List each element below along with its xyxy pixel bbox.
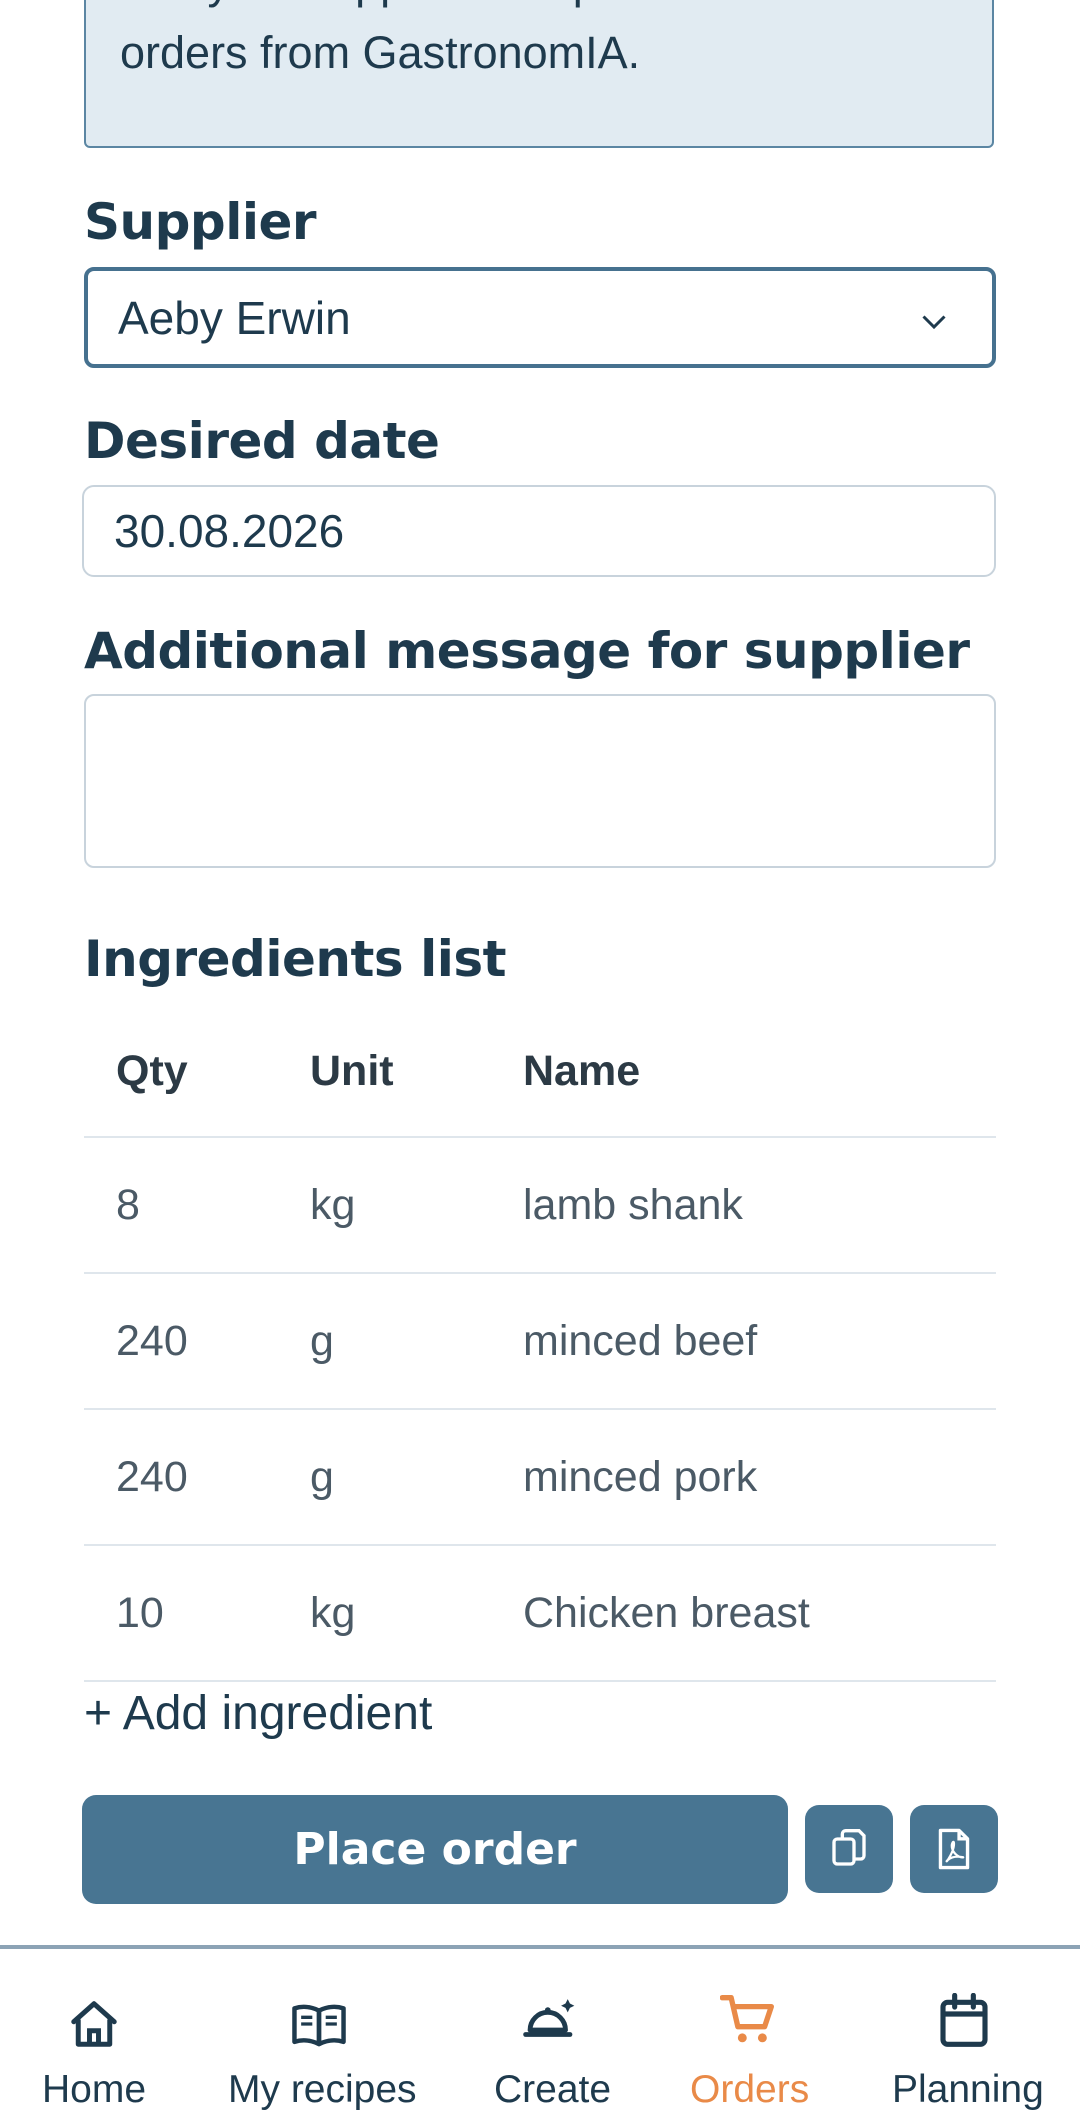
row-qty: 10 — [116, 1588, 164, 1637]
nav-item-my-recipes[interactable]: My recipes — [226, 1949, 417, 2115]
row-unit: kg — [310, 1180, 356, 1229]
nav-label-my-recipes: My recipes — [228, 2068, 417, 2111]
nav-label-create: Create — [494, 2068, 612, 2111]
chevron-down-icon — [922, 315, 946, 330]
home-icon — [71, 2001, 117, 2047]
message-label: Additional message for supplier — [84, 622, 970, 680]
row-name: minced beef — [523, 1316, 758, 1365]
nav-item-create[interactable]: Create — [490, 1949, 612, 2115]
book-icon — [292, 2004, 346, 2047]
row-qty: 240 — [116, 1452, 188, 1501]
message-textarea[interactable] — [84, 694, 996, 868]
supplier-select-value: Aeby Erwin — [118, 291, 351, 344]
info-box: that your supplier accepts email orders … — [84, 0, 994, 148]
copy-icon — [832, 1829, 866, 1866]
ingredients-title: Ingredients list — [84, 930, 507, 988]
pdf-button[interactable] — [910, 1805, 998, 1893]
place-order-button[interactable]: Place order — [82, 1795, 788, 1904]
supplier-label: Supplier — [84, 193, 317, 251]
table-row[interactable]: 240 g minced beef — [84, 1274, 996, 1410]
column-header-qty: Qty — [116, 1046, 188, 1095]
desired-date-label: Desired date — [84, 412, 440, 470]
table-row[interactable]: 10 kg Chicken breast — [84, 1546, 996, 1682]
ingredients-table: Qty Unit Name 8 kg lamb shank 240 g minc… — [84, 1006, 996, 1682]
row-unit: g — [310, 1452, 334, 1501]
nav-item-home[interactable]: Home — [34, 1949, 154, 2115]
nav-label-planning: Planning — [892, 2068, 1044, 2111]
nav-label-orders: Orders — [690, 2068, 810, 2111]
info-text-line1: that your supplier accepts email — [120, 0, 753, 16]
cloche-icon — [523, 1999, 575, 2037]
pdf-icon — [938, 1828, 970, 1870]
desired-date-input[interactable]: 30.08.2026 — [82, 485, 996, 577]
bottom-nav: Home My recipes Create Orders Planning — [0, 1945, 1080, 2111]
table-row[interactable]: 240 g minced pork — [84, 1410, 996, 1546]
calendar-icon — [940, 1993, 988, 2047]
row-qty: 8 — [116, 1180, 140, 1229]
table-row[interactable]: 8 kg lamb shank — [84, 1138, 996, 1274]
nav-item-planning[interactable]: Planning — [890, 1949, 1044, 2115]
info-text-line2: orders from GastronomIA. — [120, 27, 641, 78]
supplier-select[interactable]: Aeby Erwin — [84, 267, 996, 368]
row-name: Chicken breast — [523, 1588, 810, 1637]
nav-label-home: Home — [42, 2068, 147, 2111]
nav-item-orders[interactable]: Orders — [688, 1949, 810, 2115]
cart-icon — [720, 1995, 774, 2043]
add-ingredient-link[interactable]: + Add ingredient — [84, 1686, 432, 1741]
row-unit: kg — [310, 1588, 356, 1637]
row-name: lamb shank — [523, 1180, 743, 1229]
row-name: minced pork — [523, 1452, 758, 1501]
table-header-row: Qty Unit Name — [84, 1006, 996, 1138]
row-unit: g — [310, 1316, 334, 1365]
copy-button[interactable] — [805, 1805, 893, 1893]
column-header-unit: Unit — [310, 1046, 394, 1095]
column-header-name: Name — [523, 1046, 641, 1095]
row-qty: 240 — [116, 1316, 188, 1365]
